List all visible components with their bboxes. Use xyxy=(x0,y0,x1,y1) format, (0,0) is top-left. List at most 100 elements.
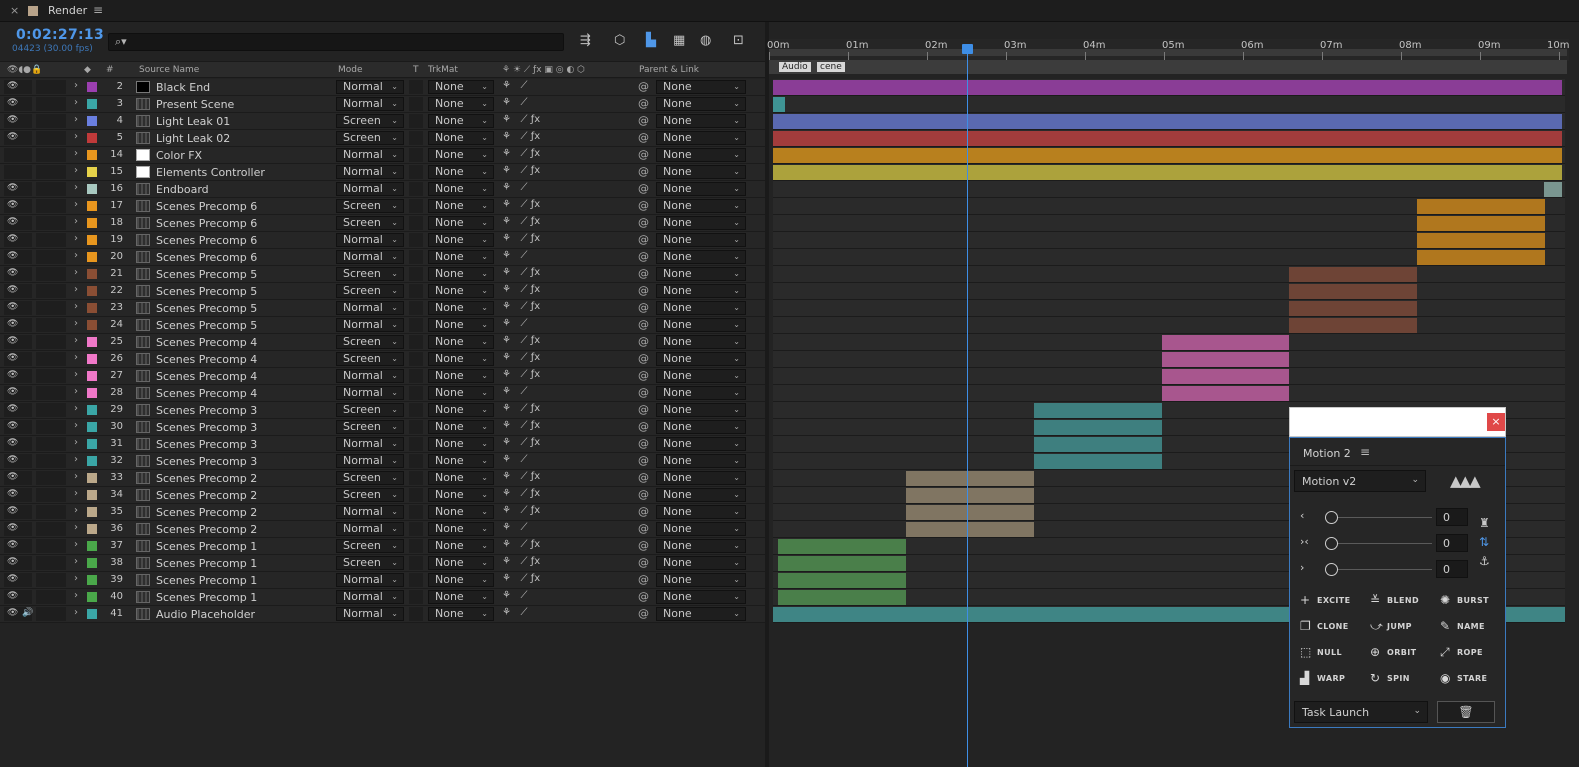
expand-arrow-icon[interactable]: › xyxy=(74,437,78,448)
parent-select[interactable]: None ⌄ xyxy=(656,80,746,94)
layer-switches[interactable]: ⚘ ⟋ ƒx xyxy=(502,488,540,499)
shy-icon[interactable]: ⚘ xyxy=(502,352,511,363)
layer-row[interactable]: 👁 › 16 Endboard Normal ⌄ None ⌄ ⚘ ⟋ @ None ⌄ xyxy=(0,181,765,198)
preserve-transparency-toggle[interactable] xyxy=(409,284,423,298)
quality-slash-icon[interactable]: ⟋ xyxy=(521,80,528,91)
eye-icon[interactable]: 👁 xyxy=(7,251,18,261)
layer-switches[interactable]: ⚘ ⟋ ƒx xyxy=(502,284,540,295)
blend-mode-select[interactable]: Screen ⌄ xyxy=(336,488,404,502)
expand-arrow-icon[interactable]: › xyxy=(74,199,78,210)
track-matte-select[interactable]: None ⌄ xyxy=(428,454,494,468)
layer-row[interactable]: 👁 › 39 Scenes Precomp 1 Normal ⌄ None ⌄ ⚘ ⟋ ƒx @ N… xyxy=(0,572,765,589)
motion-warp-button[interactable]: ▟ WARP xyxy=(1300,670,1368,688)
expand-arrow-icon[interactable]: › xyxy=(74,590,78,601)
quality-slash-icon[interactable]: ⟋ xyxy=(521,522,528,533)
preserve-transparency-toggle[interactable] xyxy=(409,267,423,281)
eye-icon[interactable]: 👁 xyxy=(7,217,18,227)
eye-icon[interactable]: 👁 xyxy=(7,574,18,584)
anchor-icon[interactable]: ⚓ xyxy=(1479,554,1490,568)
parent-select[interactable]: None ⌄ xyxy=(656,488,746,502)
slider-knob[interactable] xyxy=(1325,563,1338,576)
shy-icon[interactable]: ⚘ xyxy=(502,386,511,397)
quality-slash-icon[interactable]: ⟋ xyxy=(521,369,528,380)
track-matte-select[interactable]: None ⌄ xyxy=(428,369,494,383)
blend-mode-select[interactable]: Screen ⌄ xyxy=(336,114,404,128)
shy-icon[interactable]: ⚘ xyxy=(502,556,511,567)
preserve-transparency-toggle[interactable] xyxy=(409,420,423,434)
eye-icon[interactable]: 👁 xyxy=(7,489,18,499)
layer-name[interactable]: Scenes Precomp 4 xyxy=(156,353,257,366)
layer-name[interactable]: Scenes Precomp 6 xyxy=(156,234,257,247)
layer-name[interactable]: Scenes Precomp 2 xyxy=(156,523,257,536)
motion-menu-icon[interactable]: ≡ xyxy=(1360,445,1370,459)
label-color[interactable] xyxy=(87,116,97,126)
label-color[interactable] xyxy=(87,218,97,228)
quality-slash-icon[interactable]: ⟋ xyxy=(521,114,528,125)
motion-jump-button[interactable]: ⤻ JUMP xyxy=(1370,618,1438,636)
expand-arrow-icon[interactable]: › xyxy=(74,386,78,397)
label-color[interactable] xyxy=(87,405,97,415)
parent-select[interactable]: None ⌄ xyxy=(656,284,746,298)
layer-name[interactable]: Scenes Precomp 1 xyxy=(156,557,257,570)
shy-icon[interactable]: ⚘ xyxy=(502,573,511,584)
expand-arrow-icon[interactable]: › xyxy=(74,284,78,295)
eye-icon[interactable]: 👁 xyxy=(7,353,18,363)
motion-blend-button[interactable]: ≚ BLEND xyxy=(1370,592,1438,610)
layer-duration-bar[interactable] xyxy=(1034,420,1162,435)
frame-blending-icon[interactable]: ▦ xyxy=(673,33,685,48)
shy-icon[interactable]: ⚘ xyxy=(502,233,511,244)
fx-icon[interactable]: ƒx xyxy=(531,199,540,210)
eye-icon[interactable]: 👁 xyxy=(7,285,18,295)
motion-rope-button[interactable]: ⤢ ROPE xyxy=(1440,644,1508,662)
fx-icon[interactable]: ƒx xyxy=(531,505,540,516)
quality-slash-icon[interactable]: ⟋ xyxy=(521,216,528,227)
pickwhip-icon[interactable]: @ xyxy=(638,556,649,569)
slider-value-input[interactable]: 0 xyxy=(1436,560,1468,578)
layer-name[interactable]: Scenes Precomp 6 xyxy=(156,217,257,230)
pickwhip-icon[interactable]: @ xyxy=(638,148,649,161)
eye-icon[interactable]: 👁 xyxy=(7,81,18,91)
quality-slash-icon[interactable]: ⟋ xyxy=(521,590,528,601)
label-color[interactable] xyxy=(87,507,97,517)
blend-mode-select[interactable]: Screen ⌄ xyxy=(336,403,404,417)
layer-switches[interactable]: ⚘ ⟋ ƒx xyxy=(502,233,540,244)
layer-duration-bar[interactable] xyxy=(1289,301,1417,316)
shy-icon[interactable]: ⚘ xyxy=(502,131,511,142)
layer-name[interactable]: Black End xyxy=(156,81,210,94)
motion-preset-select[interactable]: Motion v2 ⌄ xyxy=(1294,470,1426,492)
preserve-transparency-toggle[interactable] xyxy=(409,182,423,196)
layer-duration-bar[interactable] xyxy=(1417,250,1545,265)
motion-name-button[interactable]: ✎ NAME xyxy=(1440,618,1508,636)
layer-row[interactable]: 👁 › 27 Scenes Precomp 4 Normal ⌄ None ⌄ ⚘ ⟋ ƒx @ N… xyxy=(0,368,765,385)
blend-mode-select[interactable]: Normal ⌄ xyxy=(336,148,404,162)
fx-icon[interactable]: ƒx xyxy=(531,165,540,176)
label-color[interactable] xyxy=(87,558,97,568)
layer-switches[interactable]: ⚘ ⟋ xyxy=(502,97,528,108)
expand-arrow-icon[interactable]: › xyxy=(74,318,78,329)
track-matte-select[interactable]: None ⌄ xyxy=(428,505,494,519)
layer-name[interactable]: Scenes Precomp 6 xyxy=(156,251,257,264)
eye-icon[interactable]: 👁 xyxy=(7,234,18,244)
shy-icon[interactable]: ⚘ xyxy=(502,318,511,329)
blend-mode-select[interactable]: Screen ⌄ xyxy=(336,131,404,145)
slider-track[interactable] xyxy=(1330,517,1432,518)
preserve-transparency-toggle[interactable] xyxy=(409,233,423,247)
layer-duration-bar[interactable] xyxy=(906,488,1034,503)
label-header-icon[interactable]: ◆ xyxy=(84,65,91,75)
preserve-transparency-toggle[interactable] xyxy=(409,216,423,230)
fx-icon[interactable]: ƒx xyxy=(531,267,540,278)
pickwhip-icon[interactable]: @ xyxy=(638,471,649,484)
quality-slash-icon[interactable]: ⟋ xyxy=(521,488,528,499)
fx-icon[interactable]: ƒx xyxy=(531,471,540,482)
eye-icon[interactable]: 👁 xyxy=(7,200,18,210)
track-matte-select[interactable]: None ⌄ xyxy=(428,250,494,264)
column-mode-header[interactable]: Mode xyxy=(338,65,363,75)
layer-row[interactable]: 👁 › 5 Light Leak 02 Screen ⌄ None ⌄ ⚘ ⟋ ƒx @ None ⌄ xyxy=(0,130,765,147)
track-matte-select[interactable]: None ⌄ xyxy=(428,352,494,366)
track-matte-select[interactable]: None ⌄ xyxy=(428,556,494,570)
label-color[interactable] xyxy=(87,371,97,381)
layer-name[interactable]: Scenes Precomp 5 xyxy=(156,302,257,315)
quality-slash-icon[interactable]: ⟋ xyxy=(521,284,528,295)
fx-icon[interactable]: ƒx xyxy=(531,437,540,448)
eye-icon[interactable]: 👁 xyxy=(7,608,18,618)
